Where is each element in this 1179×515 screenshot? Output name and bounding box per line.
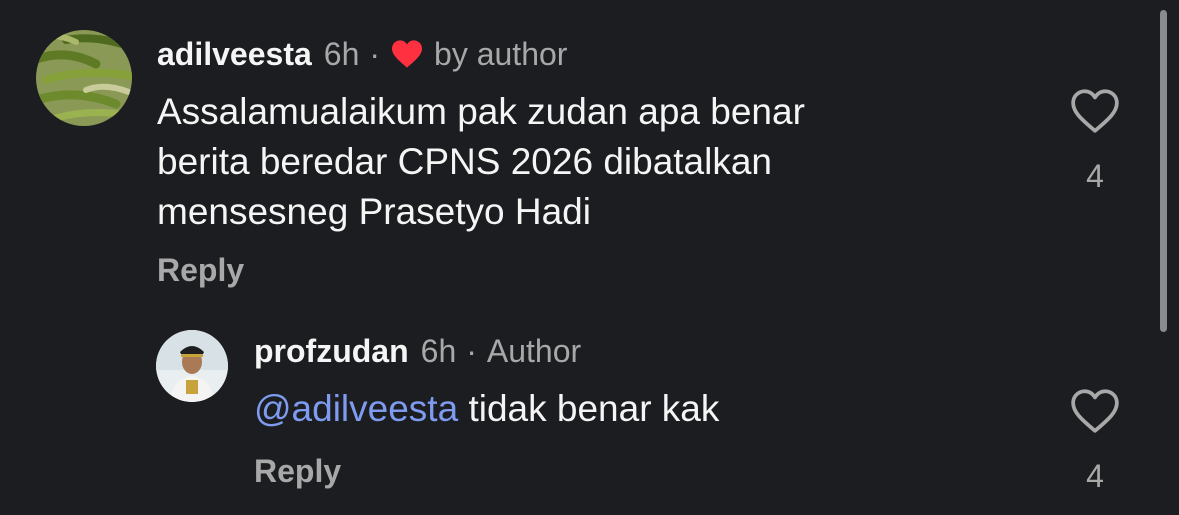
reply-text-content: tidak benar kak [458,388,720,429]
heart-filled-icon [390,39,424,69]
reply-username[interactable]: profzudan [254,331,409,371]
meta-separator: · [369,36,381,72]
comment-text: Assalamualaikum pak zudan apa benar beri… [157,87,805,237]
reply-meta: profzudan 6h · Author [254,331,581,371]
avatar[interactable] [36,30,132,126]
author-badge: Author [486,333,582,369]
heart-outline-icon[interactable] [1070,388,1120,439]
reply-time: 6h [420,333,457,369]
meta-separator: · [466,333,477,369]
reply-button[interactable]: Reply [254,453,341,490]
reply-button[interactable]: Reply [157,252,244,289]
comment-text-line: mensesneg Prasetyo Hadi [157,191,591,232]
liked-by-author-label: by author [434,36,568,72]
reply-text: @adilveesta tidak benar kak [254,384,719,434]
comment-text-line: berita beredar CPNS 2026 dibatalkan [157,141,772,182]
scrollbar[interactable] [1160,10,1167,332]
comment-username[interactable]: adilveesta [157,34,312,74]
comment-time: 6h [323,36,360,72]
comment-text-line: Assalamualaikum pak zudan apa benar [157,91,805,132]
like-count: 4 [1086,158,1104,194]
comments-thread: adilveesta 6h · by author Assalamualaiku… [0,0,1179,515]
like-count: 4 [1086,458,1104,494]
heart-outline-icon[interactable] [1070,88,1120,139]
mention-link[interactable]: @adilveesta [254,388,458,429]
comment-meta: adilveesta 6h · by author [157,34,567,74]
avatar[interactable] [156,330,228,402]
